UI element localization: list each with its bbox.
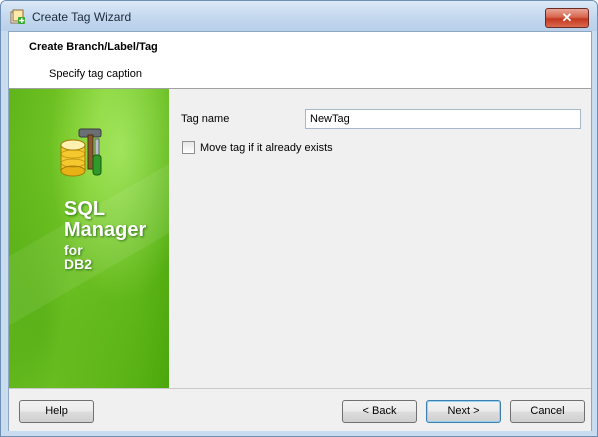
step-subtitle: Specify tag caption [49,68,142,80]
database-hammer-screwdriver-icon [60,128,102,177]
tag-name-input[interactable]: NewTag [305,109,581,129]
window-title: Create Tag Wizard [32,10,132,24]
cancel-button[interactable]: Cancel [510,400,585,423]
move-tag-checkbox[interactable] [182,141,195,154]
title-bar[interactable]: Create Tag Wizard ✕ [1,1,597,31]
product-name-line2: Manager [64,219,147,241]
wizard-footer: Help < Back Next > Cancel [9,388,591,431]
wizard-app-icon [10,9,25,24]
close-icon: ✕ [561,10,573,25]
wizard-window: Create Tag Wizard ✕ Create Branch/Label/… [0,0,598,437]
wizard-client-area: Create Branch/Label/Tag Specify tag capt… [8,31,592,431]
help-button-label: Help [45,405,68,417]
back-button-label: < Back [362,405,397,417]
move-tag-label: Move tag if it already exists [200,141,333,154]
move-tag-checkbox-row[interactable]: Move tag if it already exists [182,141,333,154]
wizard-header: Create Branch/Label/Tag Specify tag capt… [9,32,591,89]
step-title: Create Branch/Label/Tag [29,41,158,53]
wizard-content: Tag name NewTag Move tag if it already e… [170,89,591,388]
product-name-line3: for [64,242,83,258]
product-name: SQL Manager for DB2 [64,199,146,271]
tag-name-label: Tag name [181,113,230,125]
cancel-button-label: Cancel [530,405,565,417]
back-button[interactable]: < Back [342,400,417,423]
product-banner: SQL Manager for DB2 [9,89,169,388]
next-button-label: Next > [447,405,480,417]
product-name-line4: DB2 [64,256,93,272]
next-button[interactable]: Next > [426,400,501,423]
product-name-line1: SQL [64,198,106,220]
help-button[interactable]: Help [19,400,94,423]
close-button[interactable]: ✕ [545,8,589,28]
